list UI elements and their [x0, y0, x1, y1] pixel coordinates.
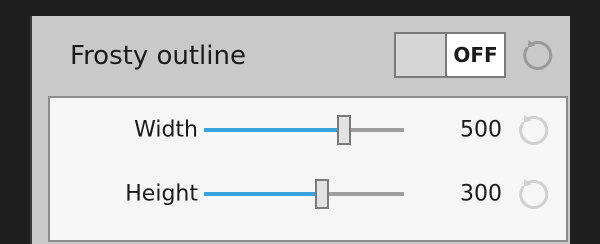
height-label: Height: [125, 181, 198, 207]
height-row: Height 300: [50, 174, 566, 214]
width-label: Width: [134, 117, 198, 143]
section-title: Frosty outline: [70, 41, 246, 71]
width-slider-fill: [204, 128, 344, 132]
height-slider[interactable]: [204, 179, 404, 209]
height-value: 300: [460, 181, 502, 207]
toggle-state-label: OFF: [445, 34, 504, 76]
width-slider-thumb[interactable]: [337, 115, 351, 145]
section-header: Frosty outline OFF: [32, 16, 570, 94]
reset-icon[interactable]: [520, 37, 556, 73]
width-slider[interactable]: [204, 115, 404, 145]
settings-frame: Frosty outline OFF Width 500 Height 300: [30, 16, 570, 244]
height-slider-thumb[interactable]: [315, 179, 329, 209]
width-row: Width 500: [50, 110, 566, 150]
settings-panel: Width 500 Height 300: [48, 96, 568, 242]
height-slider-fill: [204, 192, 322, 196]
frosty-outline-toggle[interactable]: OFF: [394, 32, 506, 78]
height-reset-icon[interactable]: [516, 176, 552, 212]
width-value: 500: [460, 117, 502, 143]
width-reset-icon[interactable]: [516, 112, 552, 148]
